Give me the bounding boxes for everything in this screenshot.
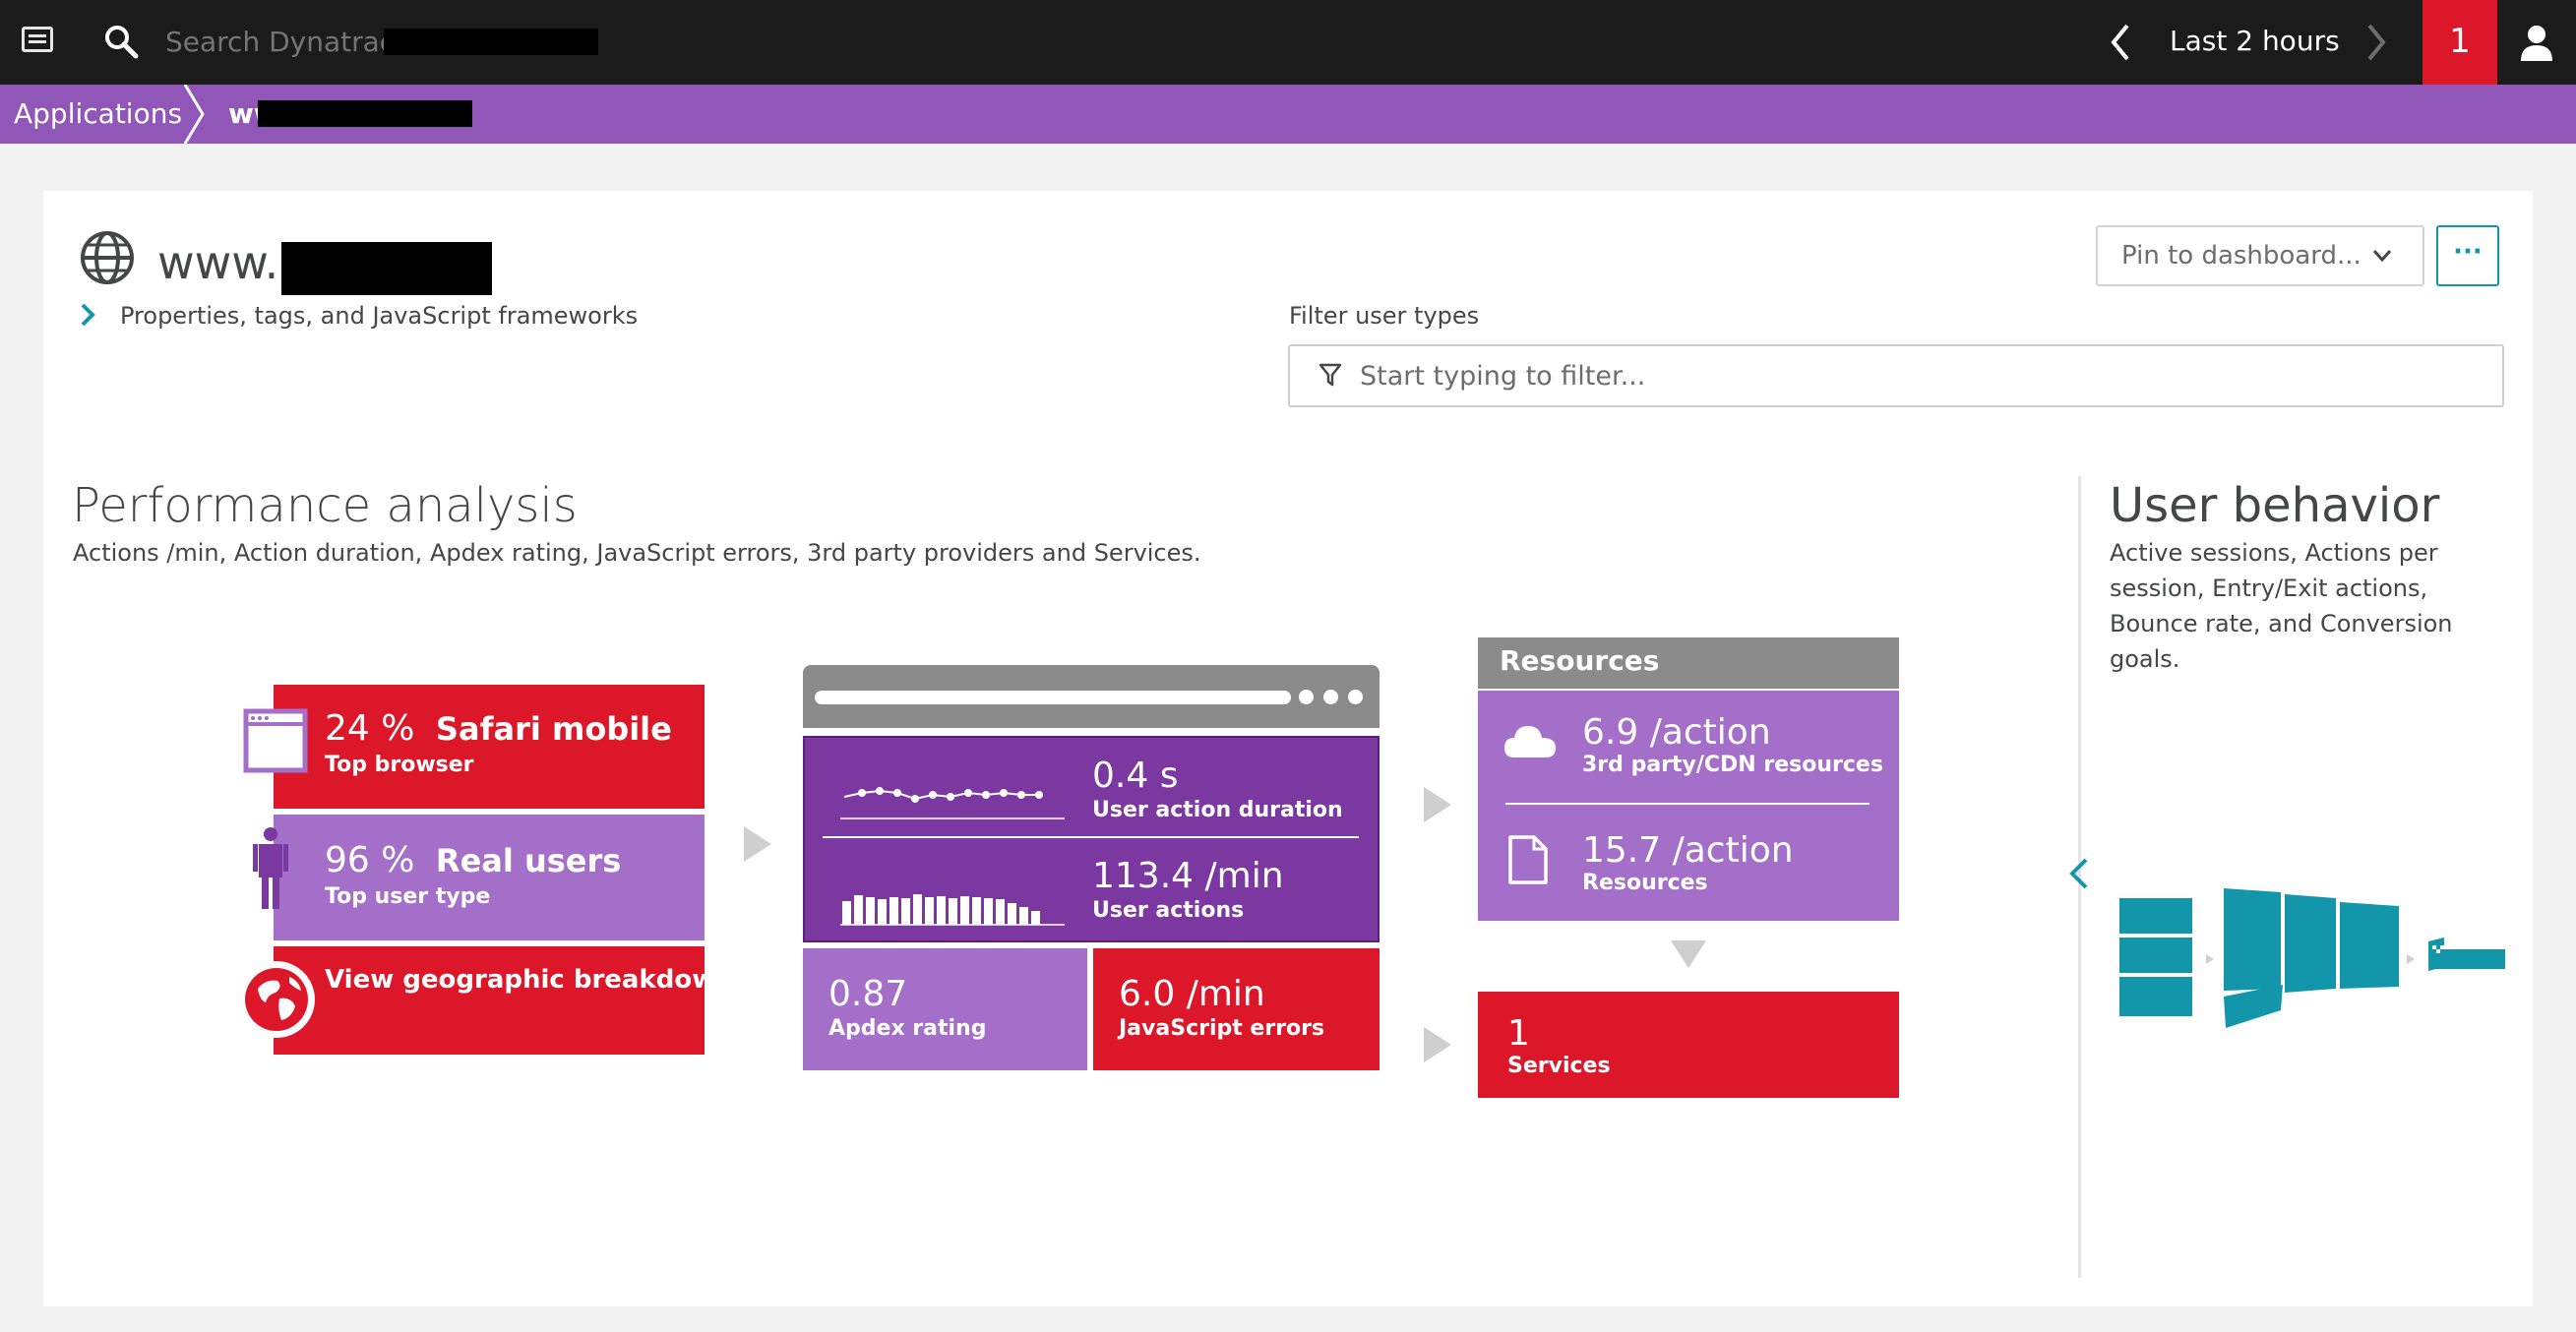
redaction-bar — [281, 242, 492, 295]
duration-sparkline — [840, 787, 1065, 819]
browser-dot — [1323, 690, 1338, 704]
redaction-bar — [384, 29, 598, 55]
document-icon — [1508, 835, 1548, 884]
user-icon[interactable] — [2519, 24, 2554, 61]
chevron-left-icon[interactable] — [2066, 856, 2092, 891]
divider — [823, 836, 1359, 838]
flow-arrow-icon — [1424, 787, 1451, 822]
top-browser-value: 24 % — [325, 708, 415, 749]
browser-dot — [1348, 690, 1363, 704]
chevron-right-icon[interactable] — [2361, 20, 2391, 65]
top-user-type-tile[interactable]: 96 % Real users Top user type — [274, 815, 705, 940]
services-value: 1 — [1507, 1013, 1530, 1054]
browser-window-icon — [243, 708, 308, 773]
breadcrumb-applications[interactable]: Applications — [14, 95, 182, 133]
services-tile[interactable]: 1 Services — [1478, 992, 1899, 1098]
third-party-resources-value: 6.9 /action — [1582, 712, 1771, 753]
cloud-icon — [1504, 726, 1556, 757]
performance-analysis-title: Performance analysis — [72, 478, 578, 533]
user-actions-value: 113.4 /min — [1092, 856, 1284, 896]
redaction-bar — [258, 100, 472, 127]
problems-count-button[interactable]: 1 — [2423, 0, 2497, 85]
user-behavior-title: User behavior — [2110, 478, 2440, 533]
top-browser-name: Safari mobile — [435, 710, 672, 748]
top-user-type-value: 96 % — [325, 840, 415, 880]
user-actions-label: User actions — [1092, 898, 1245, 923]
apdex-rating-label: Apdex rating — [828, 1016, 987, 1041]
javascript-errors-tile[interactable]: 6.0 /min JavaScript errors — [1093, 948, 1380, 1070]
menu-icon[interactable] — [22, 27, 53, 52]
services-label: Services — [1507, 1054, 1611, 1078]
filter-user-types-input[interactable] — [1360, 350, 2482, 401]
flow-arrow-icon — [1424, 1027, 1451, 1062]
flow-arrow-down-icon — [1671, 940, 1706, 968]
third-party-resources-label: 3rd party/CDN resources — [1582, 753, 1883, 777]
chevron-down-icon — [2372, 250, 2392, 263]
world-globe-icon — [238, 961, 315, 1038]
user-behavior-subtitle: Active sessions, Actions per session, En… — [2110, 539, 2453, 673]
chevron-right-icon[interactable] — [79, 302, 96, 328]
timeframe-selector[interactable]: Last 2 hours — [2170, 20, 2340, 63]
javascript-errors-value: 6.0 /min — [1119, 974, 1265, 1014]
performance-analysis-subtitle: Actions /min, Action duration, Apdex rat… — [73, 539, 1201, 567]
flow-arrow-icon — [744, 826, 771, 862]
apdex-rating-value: 0.87 — [828, 974, 908, 1014]
geographic-breakdown-label: View geographic breakdown — [325, 965, 734, 995]
filter-icon — [1319, 363, 1342, 387]
breadcrumb-separator-icon — [183, 85, 205, 144]
top-browser-label: Top browser — [325, 753, 474, 777]
user-actions-bar-sparkline — [840, 894, 1065, 926]
geographic-breakdown-tile[interactable]: View geographic breakdown — [274, 946, 734, 1055]
search-icon[interactable] — [103, 24, 139, 59]
resources-value: 15.7 /action — [1582, 830, 1794, 871]
user-action-duration-label: User action duration — [1092, 798, 1343, 822]
resources-label: Resources — [1582, 871, 1708, 895]
apdex-rating-tile[interactable]: 0.87 Apdex rating — [803, 948, 1087, 1070]
user-behavior-funnel-illustration[interactable] — [2116, 880, 2509, 1038]
chevron-left-icon[interactable] — [2106, 20, 2135, 65]
resources-header: Resources — [1478, 637, 1899, 689]
top-user-type-label: Top user type — [325, 884, 491, 909]
javascript-errors-label: JavaScript errors — [1119, 1016, 1325, 1041]
browser-dot — [1299, 690, 1314, 704]
top-browser-tile[interactable]: 24 % Safari mobile Top browser — [274, 685, 705, 809]
user-action-duration-value: 0.4 s — [1092, 756, 1179, 796]
divider — [1505, 803, 1870, 805]
properties-expander[interactable]: Properties, tags, and JavaScript framewo… — [120, 300, 638, 332]
top-user-type-name: Real users — [435, 842, 622, 879]
more-options-button[interactable]: ··· — [2436, 225, 2499, 286]
person-icon — [253, 827, 288, 909]
filter-label: Filter user types — [1289, 302, 1480, 330]
globe-icon — [81, 231, 134, 284]
browser-address-bar — [815, 691, 1291, 704]
